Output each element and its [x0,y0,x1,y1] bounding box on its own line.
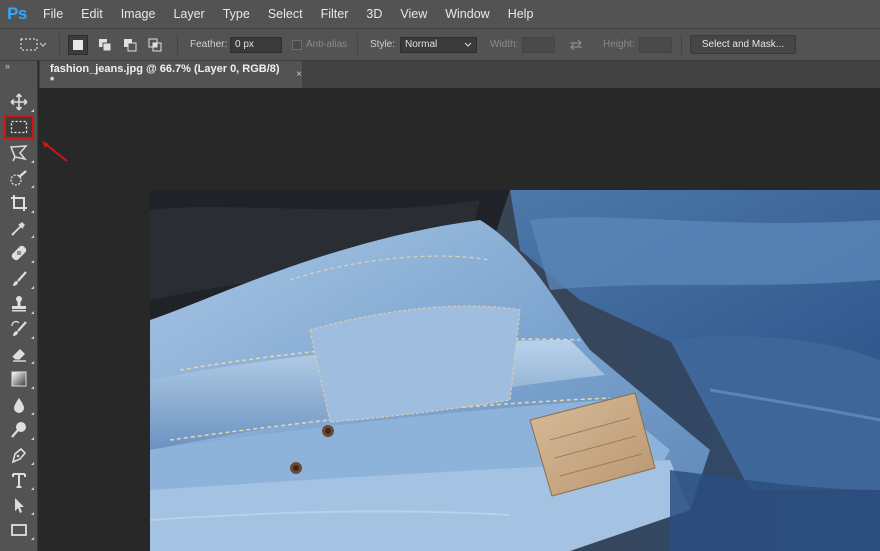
brush-icon [13,271,27,286]
bandage-icon [11,245,27,261]
subtract-from-selection-button[interactable] [120,35,140,55]
height-input[interactable] [639,36,672,53]
rectangle-tool[interactable] [6,518,34,542]
pen-icon [11,447,27,464]
subtract-selection-icon [124,39,137,52]
blur-tool[interactable] [6,393,34,417]
close-icon[interactable]: × [296,69,302,80]
droplet-icon [14,398,24,413]
path-selection-tool[interactable] [6,493,34,517]
quick-selection-icon [10,170,27,186]
swap-arrows-icon [570,39,582,50]
arrow-cursor-icon [15,498,24,513]
new-selection-button[interactable] [68,35,88,55]
polygonal-lasso-icon [9,145,28,162]
type-icon [12,473,26,488]
swap-dimensions-button[interactable] [568,29,584,60]
new-selection-icon [73,40,83,50]
intersect-selection-icon [148,38,162,52]
intersect-selection-button[interactable] [145,35,165,55]
document-image[interactable] [150,190,880,551]
menu-bar: Ps File Edit Image Layer Type Select Fil… [0,0,880,28]
rectangle-shape-icon [11,524,27,536]
lasso-tool[interactable] [6,141,34,165]
add-to-selection-button[interactable] [95,35,115,55]
divider [357,34,358,55]
style-select[interactable]: Normal [400,36,477,53]
pen-tool[interactable] [6,443,34,467]
move-tool[interactable] [6,90,34,114]
gradient-tool[interactable] [6,367,34,391]
quick-selection-tool[interactable] [6,166,34,190]
eraser-tool[interactable] [6,342,34,366]
divider [177,34,178,55]
antialias-label: Anti-alias [306,39,348,50]
add-selection-icon [99,39,112,52]
divider [681,34,682,55]
width-label: Width: [490,39,519,50]
eyedropper-icon [11,222,25,236]
document-tab-strip: fashion_jeans.jpg @ 66.7% (Layer 0, RGB/… [39,61,880,89]
height-label: Height: [603,39,635,50]
menu-layer[interactable]: Layer [164,0,213,28]
photoshop-logo: Ps [7,4,27,23]
document-tab-title: fashion_jeans.jpg @ 66.7% (Layer 0, RGB/… [50,62,280,87]
menu-file[interactable]: File [34,0,72,28]
gradient-icon [11,371,27,387]
dodge-icon [11,422,26,438]
tools-panel: ›› [0,61,38,551]
chevron-down-icon [464,42,472,47]
stamp-icon [12,296,26,312]
menu-window[interactable]: Window [436,0,498,28]
document-tab[interactable]: fashion_jeans.jpg @ 66.7% (Layer 0, RGB/… [40,61,302,88]
type-tool[interactable] [6,468,34,492]
eraser-icon [11,349,26,362]
tool-preset-picker[interactable] [18,29,48,60]
marquee-preset-icon [20,37,47,51]
menu-view[interactable]: View [391,0,436,28]
feather-label: Feather: [190,39,228,50]
menu-type[interactable]: Type [214,0,259,28]
width-input[interactable] [522,36,555,53]
history-brush-tool[interactable] [6,317,34,341]
style-label: Style: [370,39,396,50]
annotation-arrow [42,141,68,162]
select-and-mask-button[interactable]: Select and Mask... [690,35,796,54]
menu-help[interactable]: Help [499,0,543,28]
menu-filter[interactable]: Filter [312,0,358,28]
brush-tool[interactable] [6,267,34,291]
menu-edit[interactable]: Edit [72,0,112,28]
dodge-tool[interactable] [6,418,34,442]
jeans-photo [150,190,880,551]
menu-image[interactable]: Image [112,0,165,28]
style-value: Normal [405,39,438,50]
divider [59,34,60,55]
collapse-panel-icon[interactable]: ›› [5,61,10,71]
clone-stamp-tool[interactable] [6,292,34,316]
menu-3d[interactable]: 3D [357,0,391,28]
eyedropper-tool[interactable] [6,216,34,240]
rectangular-marquee-icon [10,120,28,134]
menu-select[interactable]: Select [259,0,312,28]
history-brush-icon [11,321,27,336]
crop-tool[interactable] [6,191,34,215]
crop-icon [11,195,27,211]
feather-input[interactable]: 0 px [230,36,282,53]
antialias-checkbox[interactable] [292,39,302,50]
healing-brush-tool[interactable] [6,241,34,265]
rectangular-marquee-tool[interactable] [4,115,34,139]
move-icon [10,93,28,111]
options-bar: Feather: 0 px Anti-alias Style: Normal W… [0,28,880,61]
